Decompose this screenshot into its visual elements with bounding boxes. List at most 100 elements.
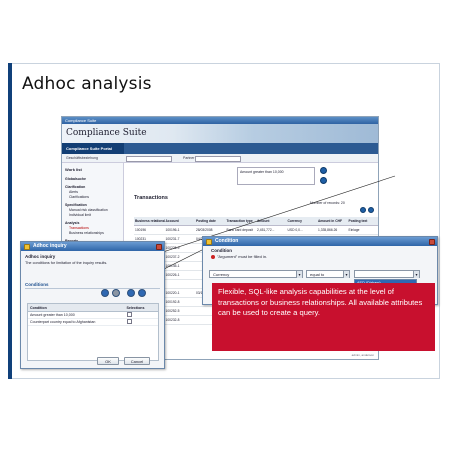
conditions-label: Conditions xyxy=(25,282,49,287)
table-row[interactable]: Counterpart country equal to Afghanistan xyxy=(28,319,158,326)
column-selections: Selections xyxy=(126,305,145,310)
error-icon xyxy=(211,254,215,259)
operator-value: equal to xyxy=(310,272,325,277)
sidebar-section-analysis[interactable]: Analysis xyxy=(65,221,79,225)
sidebar-section-specification[interactable]: Specification xyxy=(65,203,87,207)
table-header-cell[interactable]: Posting date xyxy=(195,219,226,223)
chevron-down-icon[interactable]: ▾ xyxy=(296,271,302,278)
table-cell: 100232-8 xyxy=(165,318,180,322)
table-header-cell[interactable]: Amount xyxy=(256,219,287,223)
table-header-cell[interactable]: Business relationship xyxy=(134,219,165,223)
relationship-input[interactable] xyxy=(126,155,172,162)
table-cell: 1,335,866.26 xyxy=(318,228,338,232)
operator-select[interactable]: equal to ▾ xyxy=(306,270,350,278)
edit-condition-icon[interactable] xyxy=(127,289,135,297)
sidebar-item-clarifications[interactable]: Clarifications xyxy=(69,195,89,199)
record-count: Number of records: 20 xyxy=(310,201,345,205)
argument-select[interactable]: ▾ xyxy=(354,270,420,278)
feature-caption: Flexible, SQL-like analysis capabilities… xyxy=(212,283,435,351)
error-text: "Argument" must be filled in. xyxy=(217,254,268,259)
validation-error: "Argument" must be filled in. xyxy=(211,254,267,259)
adhoc-title: Adhoc inquiry xyxy=(33,243,67,249)
ok-button[interactable]: OK xyxy=(97,357,119,365)
condition-text: Amount greater than 10,000 xyxy=(30,313,75,317)
table-header-cell[interactable]: Currency xyxy=(287,219,318,223)
table-cell: 28/03/2008 xyxy=(196,228,213,232)
sidebar-item-manual-risk[interactable]: Manual risk classification xyxy=(69,208,108,212)
nav-prev-icon[interactable] xyxy=(360,207,366,213)
app-header: Compliance Suite Compliance Suite Portal xyxy=(62,124,378,154)
chevron-down-icon[interactable]: ▾ xyxy=(413,271,419,278)
dialog-app-icon xyxy=(24,243,30,250)
conditions-table-header: Condition Selections xyxy=(28,304,158,312)
add-condition-icon[interactable] xyxy=(101,289,109,297)
selection-checkbox[interactable] xyxy=(126,319,132,324)
table-cell: 100196 xyxy=(135,228,147,232)
adhoc-inquiry-dialog: Adhoc inquiry Adhoc inquiry The conditio… xyxy=(20,241,165,369)
table-header-cell[interactable]: Posting text xyxy=(348,219,379,223)
table-header-cell[interactable]: Transaction type xyxy=(226,219,257,223)
table-cell: 100220-1 xyxy=(165,291,180,295)
attribute-select[interactable]: Currency ▾ xyxy=(209,270,303,278)
relationship-label: Geschäftsbeziehung xyxy=(66,156,98,160)
condition-titlebar: Condition xyxy=(203,237,437,246)
table-cell: Einlage xyxy=(348,228,360,232)
run-query-icon[interactable] xyxy=(138,289,146,297)
nav-refresh-icon[interactable] xyxy=(320,177,327,184)
table-cell: 100196-1 xyxy=(165,228,180,232)
sidebar-item-transactions[interactable]: Transactions xyxy=(69,226,89,230)
table-cell: 100192-8 xyxy=(165,300,180,304)
app-titlebar: Compliance Suite xyxy=(62,117,378,124)
condition-title: Condition xyxy=(215,238,239,244)
app-logo: Compliance Suite xyxy=(66,128,147,138)
close-icon[interactable] xyxy=(429,238,435,245)
sidebar-title: Work list xyxy=(65,167,82,172)
app-toolbar: Geschäftsbeziehung Partner xyxy=(62,154,378,163)
adhoc-subtitle: Adhoc inquiry xyxy=(25,254,56,259)
sidebar-item-individual-limit[interactable]: Individual limit xyxy=(69,213,91,217)
table-cell: 100231-7 xyxy=(165,237,180,241)
table-cell: USD 0,0... xyxy=(287,228,303,232)
table-cell: 100145-1 xyxy=(165,264,180,268)
cancel-button[interactable]: Cancel xyxy=(124,357,150,365)
sidebar-section-search[interactable]: Globalsuche xyxy=(65,177,86,181)
footer-user: admin, anderson xyxy=(351,353,374,357)
adhoc-titlebar: Adhoc inquiry xyxy=(21,242,164,251)
sidebar-section-clarification[interactable]: Clarification xyxy=(65,185,85,189)
column-condition: Condition xyxy=(30,305,47,310)
table-empty-area xyxy=(28,326,158,360)
portal-bar xyxy=(124,143,378,154)
transactions-title: Transactions xyxy=(134,195,168,201)
attribute-value: Currency xyxy=(213,272,230,277)
selection-checkbox[interactable] xyxy=(126,312,132,317)
close-icon[interactable] xyxy=(156,243,162,250)
condition-text: Counterpart country equal to Afghanistan xyxy=(30,320,96,324)
table-row[interactable]: Amount greater than 10,000 xyxy=(28,312,158,319)
table-cell: 100237-2 xyxy=(165,255,180,259)
table-cell: 100252-5 xyxy=(165,309,180,313)
sidebar-item-business-relationships[interactable]: Business relationships xyxy=(69,231,104,235)
nav-forward-icon[interactable] xyxy=(368,207,374,213)
dialog-app-icon xyxy=(206,238,212,245)
table-header-cell[interactable]: Amount in CHF xyxy=(317,219,348,223)
nav-next-icon[interactable] xyxy=(320,167,327,174)
table-cell: 100226-1 xyxy=(165,273,180,277)
remove-condition-icon[interactable] xyxy=(112,289,120,297)
partner-input[interactable] xyxy=(195,155,241,162)
chevron-down-icon[interactable]: ▾ xyxy=(343,271,349,278)
table-cell: 100226-9 xyxy=(165,246,180,250)
table-header: Business relationshipAccountPosting date… xyxy=(134,217,378,226)
partner-label: Partner xyxy=(183,156,195,160)
condition-summary: Amount greater than 10,000 xyxy=(237,167,315,185)
table-header-cell[interactable]: Account xyxy=(165,219,196,223)
sidebar-item-alerts[interactable]: Alerts xyxy=(69,190,78,194)
portal-label: Compliance Suite Portal xyxy=(62,143,124,154)
table-cell: Bank card deposit xyxy=(226,228,253,232)
conditions-table: Condition Selections Amount greater than… xyxy=(27,303,159,361)
table-cell: 2,451,772... xyxy=(257,228,275,232)
accent-bar xyxy=(8,63,12,379)
table-row[interactable]: 100196 100196-1 28/03/2008 Bank card deposi… xyxy=(134,226,378,235)
page-title: Adhoc analysis xyxy=(22,74,152,94)
adhoc-description: The conditions for limitation of the inq… xyxy=(25,261,108,265)
condition-subtitle: Condition xyxy=(211,248,232,253)
